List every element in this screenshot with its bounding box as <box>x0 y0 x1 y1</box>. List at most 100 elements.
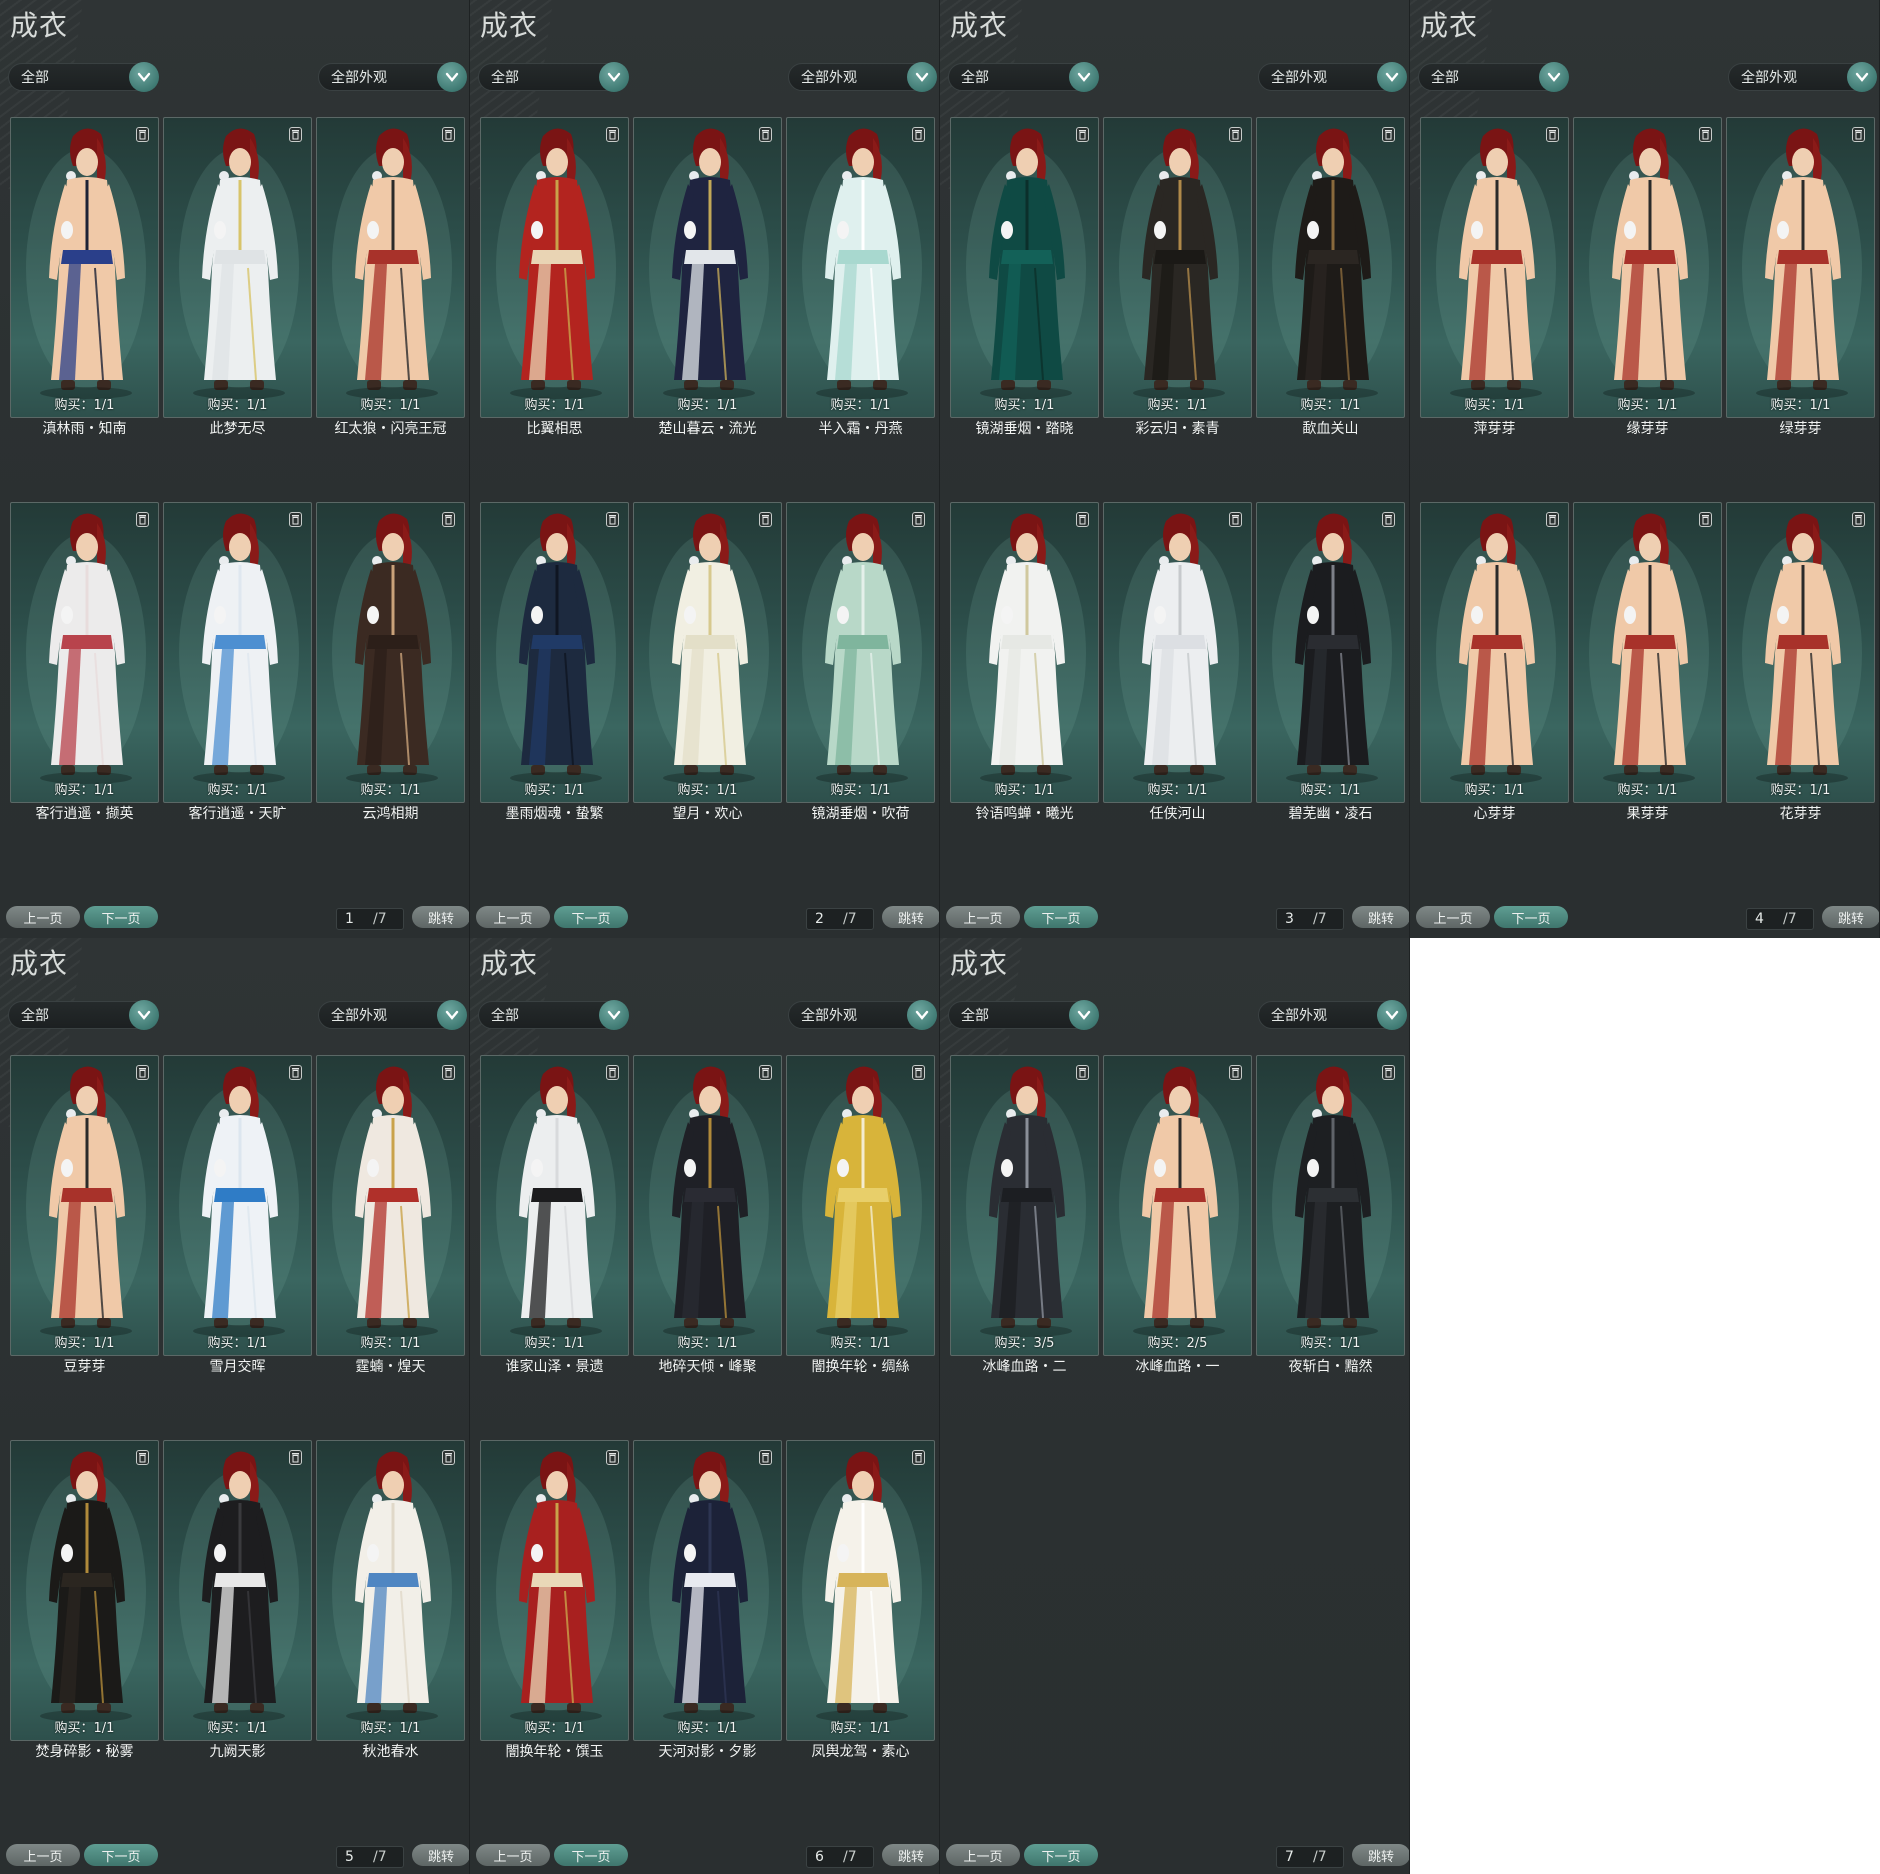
chevron-down-icon[interactable] <box>129 62 159 92</box>
trash-icon[interactable] <box>441 1449 456 1466</box>
outfit-card[interactable]: 购买：1/1 <box>480 1440 629 1741</box>
jump-button[interactable]: 跳转 <box>412 1844 469 1866</box>
outfit-card[interactable]: 购买：1/1 <box>1256 502 1405 803</box>
category-dropdown[interactable]: 全部 <box>948 62 1099 92</box>
page-number-input[interactable]: 4/7 <box>1746 908 1814 930</box>
trash-icon[interactable] <box>758 511 773 528</box>
trash-icon[interactable] <box>1381 511 1396 528</box>
category-dropdown[interactable]: 全部 <box>478 1000 629 1030</box>
chevron-down-icon[interactable] <box>599 1000 629 1030</box>
chevron-down-icon[interactable] <box>907 62 937 92</box>
trash-icon[interactable] <box>441 126 456 143</box>
trash-icon[interactable] <box>605 126 620 143</box>
prev-page-button[interactable]: 上一页 <box>476 906 550 928</box>
outfit-card[interactable]: 购买：1/1 <box>10 502 159 803</box>
trash-icon[interactable] <box>605 511 620 528</box>
category-dropdown[interactable]: 全部 <box>478 62 629 92</box>
trash-icon[interactable] <box>288 1064 303 1081</box>
category-dropdown[interactable]: 全部 <box>8 62 159 92</box>
trash-icon[interactable] <box>1381 1064 1396 1081</box>
outfit-card[interactable]: 购买：1/1 <box>1573 502 1722 803</box>
trash-icon[interactable] <box>1228 1064 1243 1081</box>
outfit-card[interactable]: 购买：1/1 <box>1420 502 1569 803</box>
jump-button[interactable]: 跳转 <box>1352 1844 1409 1866</box>
appearance-dropdown[interactable]: 全部外观 <box>788 1000 937 1030</box>
chevron-down-icon[interactable] <box>599 62 629 92</box>
outfit-card[interactable]: 购买：1/1 <box>1103 502 1252 803</box>
outfit-card[interactable]: 购买：1/1 <box>480 1055 629 1356</box>
outfit-card[interactable]: 购买：1/1 <box>786 502 935 803</box>
next-page-button[interactable]: 下一页 <box>1494 906 1568 928</box>
outfit-card[interactable]: 购买：1/1 <box>786 1055 935 1356</box>
outfit-card[interactable]: 购买：1/1 <box>163 117 312 418</box>
page-number-input[interactable]: 3/7 <box>1276 908 1344 930</box>
trash-icon[interactable] <box>1698 511 1713 528</box>
trash-icon[interactable] <box>1228 126 1243 143</box>
outfit-card[interactable]: 购买：1/1 <box>316 502 465 803</box>
outfit-card[interactable]: 购买：3/5 <box>950 1055 1099 1356</box>
outfit-card[interactable]: 购买：1/1 <box>10 1055 159 1356</box>
jump-button[interactable]: 跳转 <box>882 1844 939 1866</box>
outfit-card[interactable]: 购买：1/1 <box>1256 117 1405 418</box>
outfit-card[interactable]: 购买：1/1 <box>786 117 935 418</box>
trash-icon[interactable] <box>758 1449 773 1466</box>
outfit-card[interactable]: 购买：1/1 <box>316 1055 465 1356</box>
outfit-card[interactable]: 购买：1/1 <box>633 1055 782 1356</box>
trash-icon[interactable] <box>1381 126 1396 143</box>
prev-page-button[interactable]: 上一页 <box>6 1844 80 1866</box>
outfit-card[interactable]: 购买：1/1 <box>480 502 629 803</box>
chevron-down-icon[interactable] <box>1539 62 1569 92</box>
trash-icon[interactable] <box>288 511 303 528</box>
trash-icon[interactable] <box>1698 126 1713 143</box>
category-dropdown[interactable]: 全部 <box>8 1000 159 1030</box>
trash-icon[interactable] <box>288 126 303 143</box>
jump-button[interactable]: 跳转 <box>1822 906 1879 928</box>
trash-icon[interactable] <box>1851 511 1866 528</box>
trash-icon[interactable] <box>1075 126 1090 143</box>
next-page-button[interactable]: 下一页 <box>84 906 158 928</box>
chevron-down-icon[interactable] <box>1377 1000 1407 1030</box>
appearance-dropdown[interactable]: 全部外观 <box>318 62 467 92</box>
trash-icon[interactable] <box>605 1449 620 1466</box>
outfit-card[interactable]: 购买：1/1 <box>1103 117 1252 418</box>
chevron-down-icon[interactable] <box>1847 62 1877 92</box>
trash-icon[interactable] <box>605 1064 620 1081</box>
outfit-card[interactable]: 购买：1/1 <box>950 117 1099 418</box>
trash-icon[interactable] <box>288 1449 303 1466</box>
outfit-card[interactable]: 购买：1/1 <box>316 117 465 418</box>
appearance-dropdown[interactable]: 全部外观 <box>318 1000 467 1030</box>
trash-icon[interactable] <box>911 511 926 528</box>
page-number-input[interactable]: 6/7 <box>806 1846 874 1868</box>
chevron-down-icon[interactable] <box>907 1000 937 1030</box>
trash-icon[interactable] <box>135 126 150 143</box>
chevron-down-icon[interactable] <box>1069 62 1099 92</box>
trash-icon[interactable] <box>441 1064 456 1081</box>
outfit-card[interactable]: 购买：1/1 <box>1256 1055 1405 1356</box>
appearance-dropdown[interactable]: 全部外观 <box>1728 62 1877 92</box>
outfit-card[interactable]: 购买：1/1 <box>480 117 629 418</box>
outfit-card[interactable]: 购买：1/1 <box>163 502 312 803</box>
trash-icon[interactable] <box>135 511 150 528</box>
next-page-button[interactable]: 下一页 <box>1024 1844 1098 1866</box>
trash-icon[interactable] <box>441 511 456 528</box>
trash-icon[interactable] <box>758 1064 773 1081</box>
trash-icon[interactable] <box>135 1064 150 1081</box>
trash-icon[interactable] <box>1075 1064 1090 1081</box>
prev-page-button[interactable]: 上一页 <box>946 1844 1020 1866</box>
jump-button[interactable]: 跳转 <box>882 906 939 928</box>
outfit-card[interactable]: 购买：2/5 <box>1103 1055 1252 1356</box>
outfit-card[interactable]: 购买：1/1 <box>1573 117 1722 418</box>
chevron-down-icon[interactable] <box>437 1000 467 1030</box>
page-number-input[interactable]: 7/7 <box>1276 1846 1344 1868</box>
category-dropdown[interactable]: 全部 <box>1418 62 1569 92</box>
jump-button[interactable]: 跳转 <box>1352 906 1409 928</box>
prev-page-button[interactable]: 上一页 <box>1416 906 1490 928</box>
page-number-input[interactable]: 1/7 <box>336 908 404 930</box>
trash-icon[interactable] <box>911 126 926 143</box>
trash-icon[interactable] <box>758 126 773 143</box>
chevron-down-icon[interactable] <box>1377 62 1407 92</box>
chevron-down-icon[interactable] <box>437 62 467 92</box>
appearance-dropdown[interactable]: 全部外观 <box>1258 1000 1407 1030</box>
outfit-card[interactable]: 购买：1/1 <box>163 1055 312 1356</box>
outfit-card[interactable]: 购买：1/1 <box>1726 502 1875 803</box>
